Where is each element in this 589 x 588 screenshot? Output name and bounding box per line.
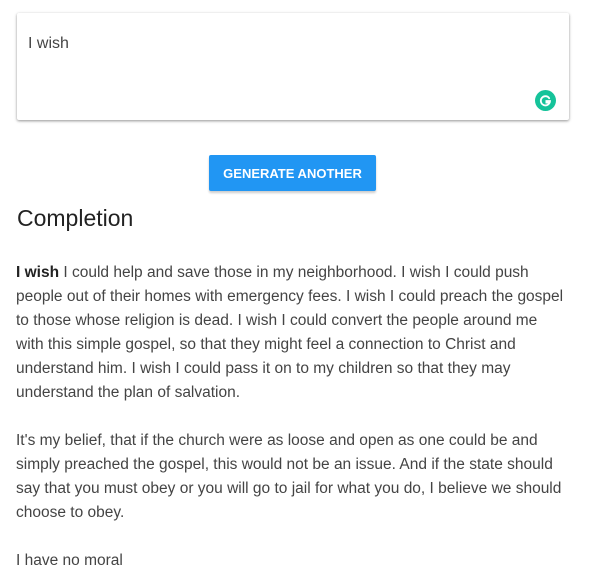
prompt-textarea[interactable]: I wish <box>17 13 569 120</box>
completion-paragraph-1: I wish I could help and save those in my… <box>16 261 568 405</box>
completion-lead: I wish <box>16 264 60 281</box>
page: I wish GENERATE ANOTHER Completion I wis… <box>0 0 589 588</box>
grammarly-icon[interactable] <box>535 90 556 111</box>
completion-paragraph-1-rest: I could help and save those in my neighb… <box>16 264 564 401</box>
completion-text: I wish I could help and save those in my… <box>16 261 568 588</box>
prompt-text[interactable]: I wish <box>28 35 69 53</box>
completion-paragraph-3: I have no moral <box>16 552 123 569</box>
completion-paragraph-2: It's my belief, that if the church were … <box>16 432 562 521</box>
completion-heading: Completion <box>17 205 134 231</box>
generate-another-button[interactable]: GENERATE ANOTHER <box>209 155 376 191</box>
